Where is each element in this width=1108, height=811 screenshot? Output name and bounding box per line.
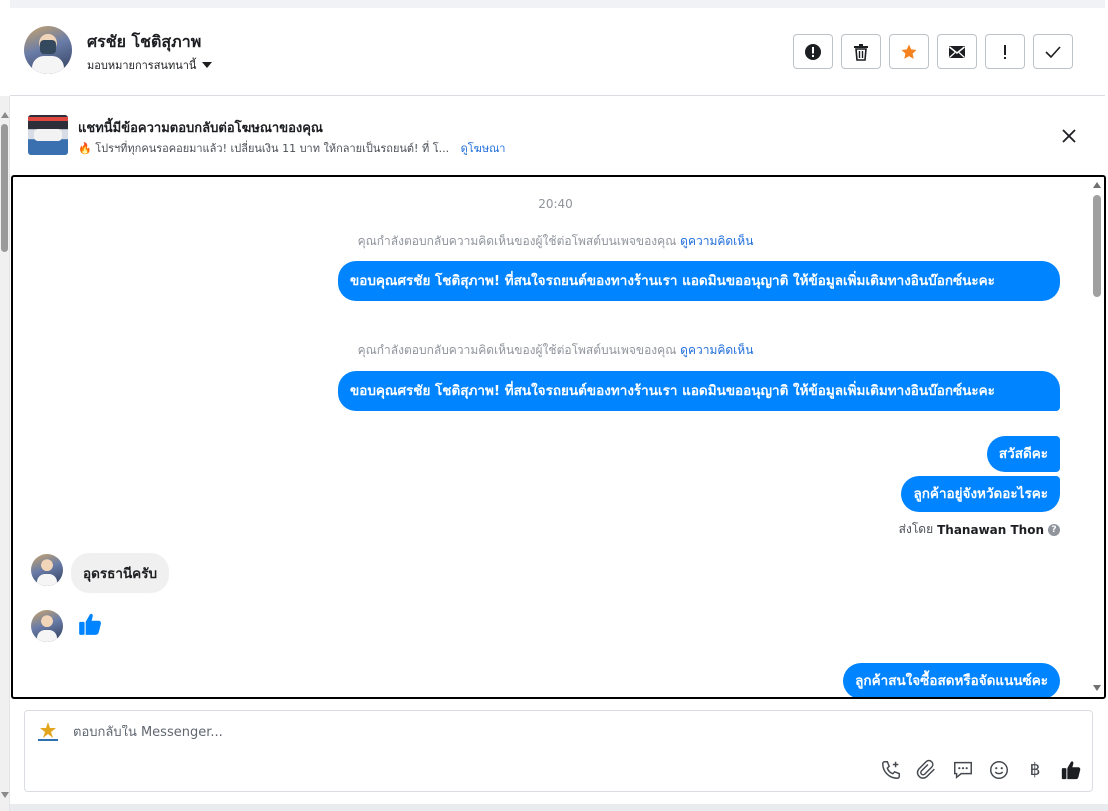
ad-reply-banner: แชทนี้มีข้อความตอบกลับต่อโฆษณาของคุณ 🔥 โ… xyxy=(10,97,1105,175)
scroll-thumb[interactable] xyxy=(1093,195,1101,297)
contact-name[interactable]: ศรชัย โชติสุภาพ xyxy=(87,30,201,55)
mark-done-button[interactable] xyxy=(1033,34,1073,69)
page-logo-icon xyxy=(38,722,58,741)
message-composer: ฿ xyxy=(24,710,1093,792)
conversation-header: ศรชัย โชติสุภาพ มอบหมายการสนทนานี้ xyxy=(10,0,1105,96)
notice-text: คุณกำลังตอบกลับความคิดเห็นของผู้ใช้ต่อโพ… xyxy=(357,234,677,248)
thread-scrollbar[interactable] xyxy=(1090,177,1104,697)
paperclip-icon xyxy=(916,759,935,779)
timestamp: 20:40 xyxy=(538,197,573,211)
scroll-down-arrow-icon[interactable] xyxy=(1,792,9,798)
outgoing-message[interactable]: ขอบคุณศรชัย โชติสุภาพ! ที่สนใจรถยนต์ของท… xyxy=(338,261,1060,301)
baht-icon: ฿ xyxy=(1029,760,1041,780)
close-icon[interactable] xyxy=(1060,127,1078,145)
scroll-down-arrow-icon[interactable] xyxy=(1093,685,1101,691)
delete-button[interactable] xyxy=(841,34,881,69)
avatar[interactable] xyxy=(24,26,72,74)
conversation-actions xyxy=(793,34,1073,69)
follow-up-button[interactable] xyxy=(985,34,1025,69)
smiley-icon xyxy=(990,761,1008,779)
emoji-button[interactable] xyxy=(988,759,1010,781)
outgoing-message[interactable]: สวัสดีคะ xyxy=(986,436,1060,472)
thumbs-up-icon xyxy=(1061,761,1081,780)
send-like-button[interactable] xyxy=(1060,759,1082,781)
composer-toolbar: ฿ xyxy=(880,759,1082,781)
ad-banner-subtitle: 🔥 โปรฯที่ทุกคนรอคอยมาแล้ว! เปลี่ยนเงิน 1… xyxy=(78,139,505,157)
outgoing-message[interactable]: ลูกค้าสนใจซื้อสดหรือจัดแนนซ์คะ xyxy=(843,663,1060,697)
incoming-message[interactable]: อุดรธานีครับ xyxy=(71,553,170,593)
chat-bubble-icon xyxy=(954,761,972,779)
ad-thumbnail[interactable] xyxy=(28,115,68,155)
chevron-down-icon xyxy=(202,62,213,68)
left-scrollbar[interactable] xyxy=(0,96,10,811)
scroll-thumb[interactable] xyxy=(1,124,8,252)
view-ad-link[interactable]: ดูโฆษณา xyxy=(461,142,506,155)
comment-reply-notice: คุณกำลังตอบกลับความคิดเห็นของผู้ใช้ต่อโพ… xyxy=(13,232,1098,251)
star-button[interactable] xyxy=(889,34,929,69)
payment-button[interactable]: ฿ xyxy=(1024,759,1046,781)
view-comment-link[interactable]: ดูความคิดเห็น xyxy=(680,343,753,357)
sent-by-prefix: ส่งโดย xyxy=(898,522,934,536)
ad-banner-title: แชทนี้มีข้อความตอบกลับต่อโฆษณาของคุณ xyxy=(78,121,323,136)
ad-text: 🔥 โปรฯที่ทุกคนรอคอยมาแล้ว! เปลี่ยนเงิน 1… xyxy=(78,142,450,155)
attach-button[interactable] xyxy=(916,759,938,781)
check-icon xyxy=(1045,45,1061,58)
help-icon[interactable]: ? xyxy=(1048,523,1060,536)
alert-circle-icon xyxy=(805,43,821,60)
call-button[interactable] xyxy=(880,759,902,781)
phone-add-icon xyxy=(882,761,900,779)
sender-name: Thanawan Thon xyxy=(937,522,1044,537)
bottom-edge xyxy=(10,804,1108,811)
comment-reply-notice: คุณกำลังตอบกลับความคิดเห็นของผู้ใช้ต่อโพ… xyxy=(13,341,1098,360)
notice-text: คุณกำลังตอบกลับความคิดเห็นของผู้ใช้ต่อโพ… xyxy=(357,343,677,357)
view-comment-link[interactable]: ดูความคิดเห็น xyxy=(680,234,753,248)
scroll-up-arrow-icon[interactable] xyxy=(1,112,9,118)
outgoing-message[interactable]: ลูกค้าอยู่จังหวัดอะไรคะ xyxy=(901,476,1060,512)
outgoing-message[interactable]: ขอบคุณศรชัย โชติสุภาพ! ที่สนใจรถยนต์ของท… xyxy=(338,371,1060,411)
envelope-icon xyxy=(949,45,965,58)
thumbs-up-icon[interactable] xyxy=(77,611,103,637)
saved-replies-button[interactable] xyxy=(952,759,974,781)
scroll-up-arrow-icon[interactable] xyxy=(1093,182,1101,188)
avatar[interactable] xyxy=(31,554,63,586)
inbox-page: ศรชัย โชติสุภาพ มอบหมายการสนทนานี้ แชทนี… xyxy=(0,0,1108,811)
assign-label: มอบหมายการสนทนานี้ xyxy=(87,59,197,72)
trash-icon xyxy=(854,43,868,61)
sent-by-label: ส่งโดย Thanawan Thon ? xyxy=(899,520,1060,539)
avatar[interactable] xyxy=(31,610,63,642)
mark-unread-button[interactable] xyxy=(937,34,977,69)
assign-conversation-dropdown[interactable]: มอบหมายการสนทนานี้ xyxy=(87,56,213,74)
star-icon xyxy=(901,44,917,59)
exclamation-icon xyxy=(1004,44,1006,59)
mark-spam-button[interactable] xyxy=(793,34,833,69)
message-input[interactable] xyxy=(73,725,773,740)
message-thread[interactable]: 20:40 คุณกำลังตอบกลับความคิดเห็นของผู้ใช… xyxy=(11,175,1106,699)
